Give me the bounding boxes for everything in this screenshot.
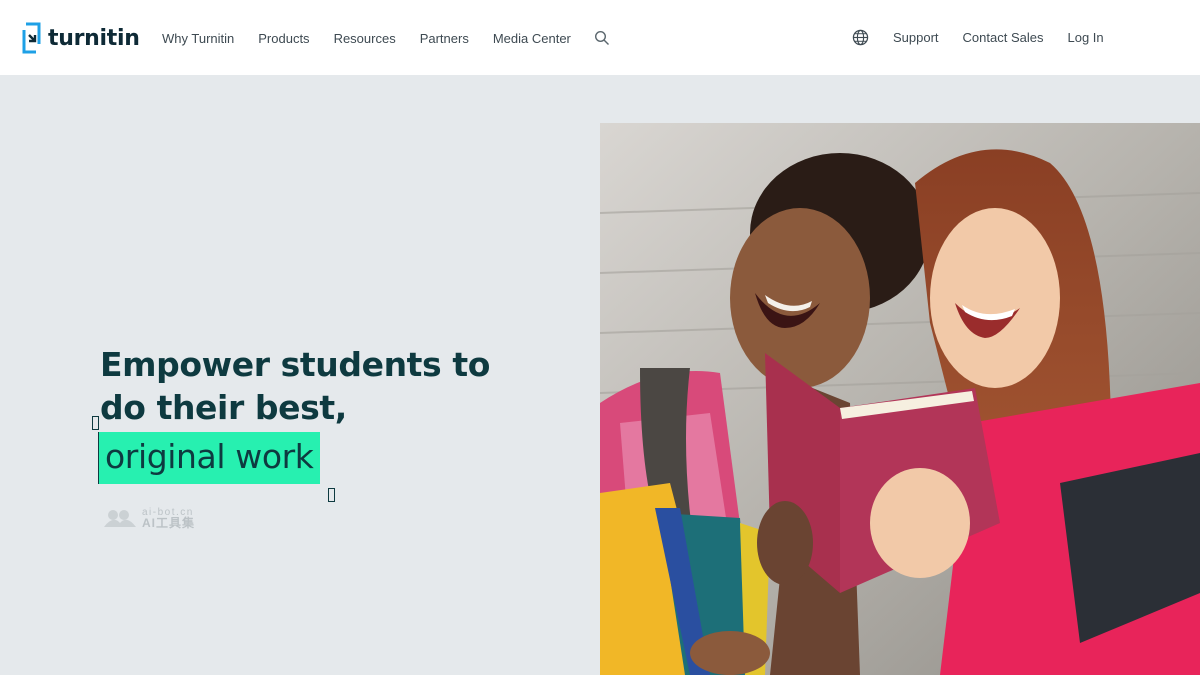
watermark-text: ai-bot.cn AI工具集 [142, 507, 195, 529]
nav-contact-sales[interactable]: Contact Sales [963, 30, 1044, 45]
headline-line-1: Empower students to [100, 345, 491, 384]
hero-headline: Empower students to do their best, [100, 343, 490, 429]
nav-support[interactable]: Support [893, 30, 939, 45]
text-caret-marker [92, 416, 99, 430]
headline-line-2: do their best, [100, 388, 347, 427]
main-nav: Why Turnitin Products Resources Partners… [162, 31, 595, 46]
text-caret-marker [328, 488, 335, 502]
site-header: turnitin Why Turnitin Products Resources… [0, 0, 1200, 75]
nav-why-turnitin[interactable]: Why Turnitin [162, 31, 234, 46]
watermark-title: AI工具集 [142, 516, 196, 530]
hero-photo-illustration [600, 123, 1200, 675]
search-icon[interactable] [594, 30, 610, 46]
watermark-logo-icon [104, 510, 136, 527]
nav-media-center[interactable]: Media Center [493, 31, 571, 46]
turnitin-logo[interactable]: turnitin [22, 22, 140, 54]
hero-photo-students-reading [600, 123, 1200, 675]
headline-highlight-block: original work [98, 432, 320, 484]
nav-log-in[interactable]: Log In [1067, 30, 1103, 45]
nav-products[interactable]: Products [258, 31, 309, 46]
utility-nav: Support Contact Sales Log In [852, 29, 1128, 46]
watermark: ai-bot.cn AI工具集 [102, 507, 195, 529]
turnitin-logo-icon [22, 22, 41, 54]
headline-highlight: original work [98, 432, 320, 484]
globe-icon[interactable] [852, 29, 869, 46]
nav-resources[interactable]: Resources [334, 31, 396, 46]
nav-partners[interactable]: Partners [420, 31, 469, 46]
logo-wordmark: turnitin [48, 25, 140, 51]
